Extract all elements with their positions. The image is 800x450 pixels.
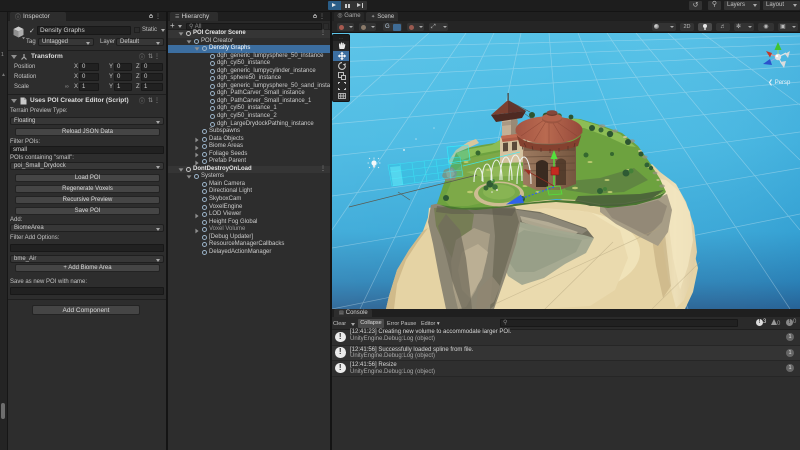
svg-text:❮ Persp: ❮ Persp <box>768 79 791 86</box>
